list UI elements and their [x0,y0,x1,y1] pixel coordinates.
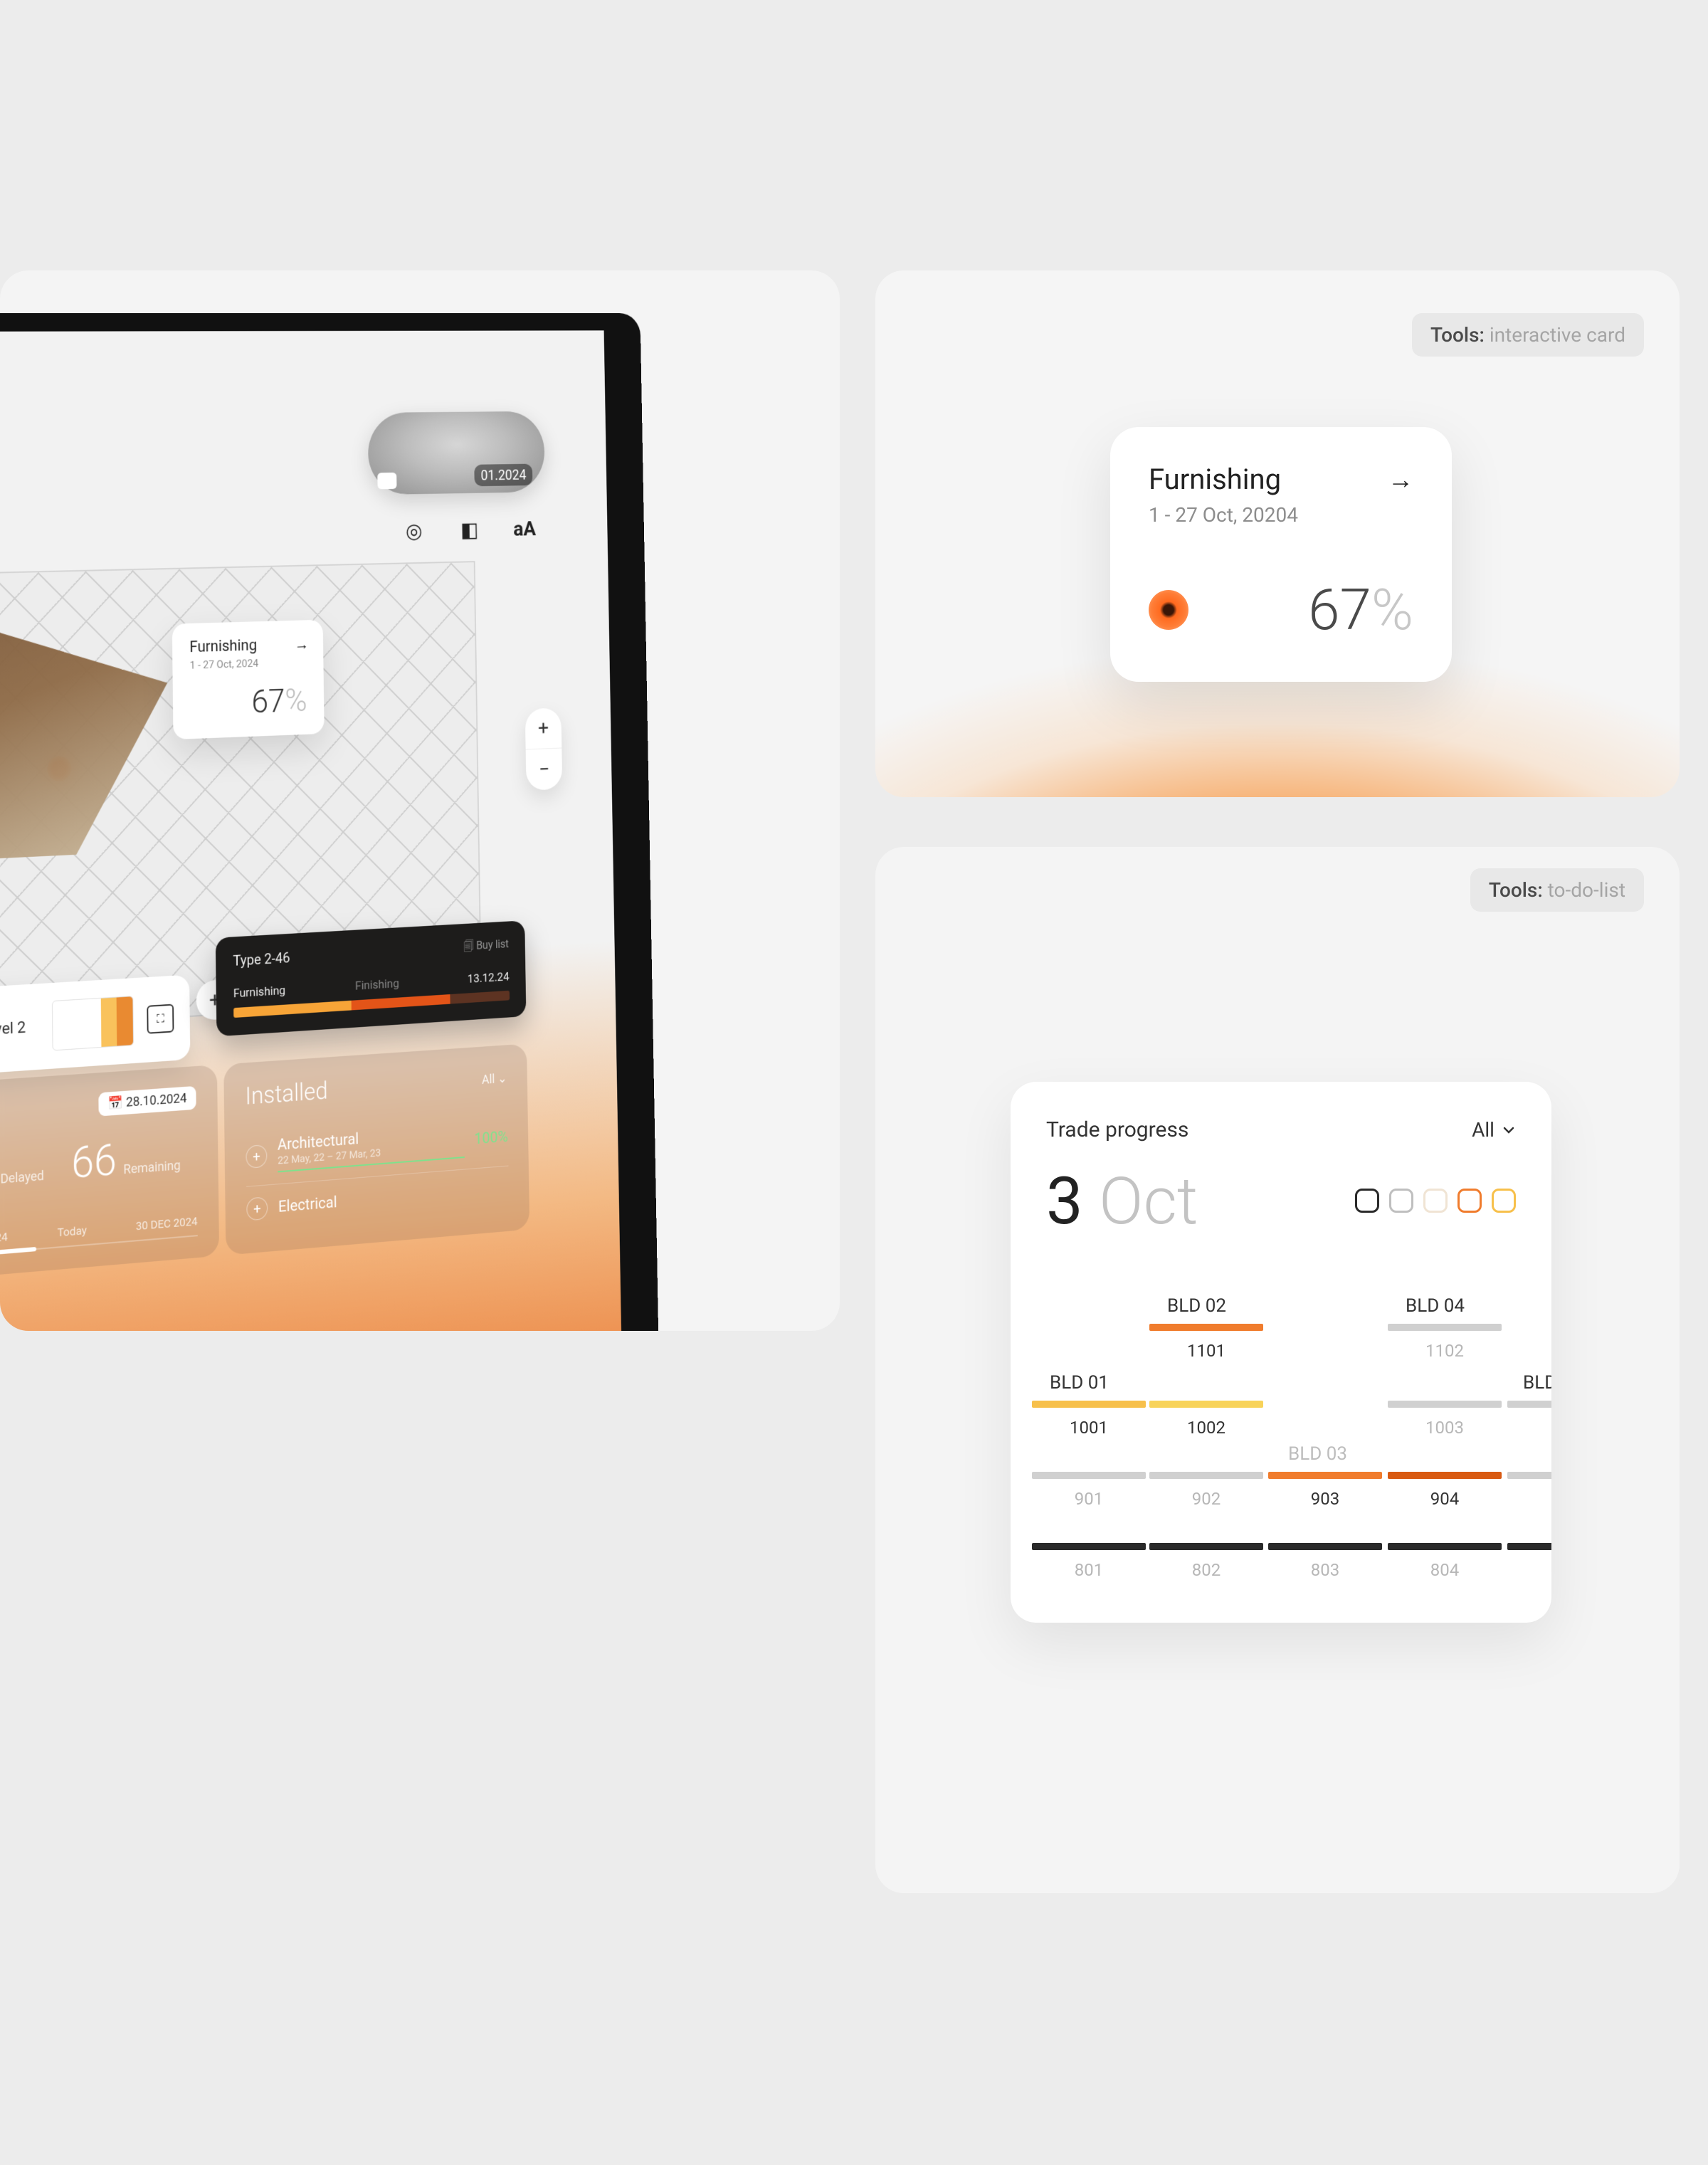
remaining-count: 66 [71,1134,117,1189]
expand-icon[interactable]: + [246,1144,267,1168]
delayed-label: Delayed [0,1169,44,1187]
unit-tile[interactable]: 804 [1388,1543,1502,1580]
stage-date: 13.12.24 [468,970,510,986]
expand-icon[interactable]: + [246,1196,268,1221]
unit-tile[interactable]: 1003 [1388,1401,1502,1438]
unit-tile[interactable]: 903 [1268,1472,1382,1509]
schedule-card: 28.10.2024 60Delayed 66Remaining 14 Oct … [0,1065,219,1281]
unit-tile[interactable]: 10 [1507,1401,1551,1438]
panorama-date-label: 01.2024 [475,464,533,487]
cube-icon[interactable]: ◧ [454,513,485,547]
installed-row-name: Electrical [278,1179,509,1216]
stage-furnishing: Furnishing [233,984,285,1001]
card-subtitle: 1 - 27 Oct, 20204 [1149,503,1413,527]
building-header[interactable]: BLD 04 [1406,1295,1465,1317]
level-label: Level 2 [0,1018,26,1039]
trade-filter[interactable]: All [1472,1118,1516,1142]
unit-tile[interactable]: 1001 [1032,1401,1146,1438]
unit-tile[interactable]: 901 [1032,1472,1146,1509]
legend-swatch [1423,1189,1448,1213]
fullscreen-icon[interactable]: ⛶ [147,1004,174,1034]
popover-percent: 67% [190,682,307,724]
monitor-frame: lan 01.2024 ◎ ◧ aA Furnishing 1 - 27 Oct… [0,313,660,1331]
chevron-down-icon [1502,1123,1516,1137]
remaining-label: Remaining [123,1158,181,1177]
plan-viewer-panel: lan 01.2024 ◎ ◧ aA Furnishing 1 - 27 Oct… [0,270,840,1331]
legend-swatch [1457,1189,1482,1213]
level-thumb[interactable] [52,996,134,1050]
arrow-right-icon[interactable]: → [295,636,309,654]
unit-tile[interactable]: 801 [1032,1543,1146,1580]
unit-type-subtitle[interactable]: 🗐 Buy list [463,937,509,958]
legend-swatch [1355,1189,1379,1213]
furnishing-popover[interactable]: Furnishing 1 - 27 Oct, 2024 → 67% [172,620,325,739]
installed-card: Installed All ⌄ + Architectural 22 May, … [223,1043,529,1255]
hotspot-marker[interactable] [47,756,72,782]
status-dot-icon [1149,590,1188,630]
unit-tile[interactable]: 1002 [1149,1401,1263,1438]
unit-tile[interactable]: 80 [1507,1543,1551,1580]
card-percent: 67% [1308,576,1413,643]
view-tools: ◎ ◧ aA [399,512,540,548]
building-header[interactable]: BLD 01 [1050,1372,1109,1394]
unit-tile[interactable]: 803 [1268,1543,1382,1580]
unit-type-title: Type 2-46 [233,949,290,971]
unit-tile[interactable]: 802 [1149,1543,1263,1580]
arrow-right-icon[interactable]: → [1388,465,1413,495]
zoom-control: + − [525,707,563,791]
target-icon[interactable]: ◎ [399,515,430,548]
section-tag: Tools: to-do-list [1470,868,1644,912]
zoom-out-button[interactable]: − [526,748,563,790]
installed-filter[interactable]: All ⌄ [482,1071,507,1087]
installed-row-pct: 100% [474,1128,508,1148]
schedule-today: Today [58,1223,88,1240]
panorama-thumbnail[interactable]: 01.2024 [368,411,545,495]
section-tag: Tools: interactive card [1412,313,1644,357]
unit-tile[interactable]: 904 [1388,1472,1502,1509]
installed-title: Installed [245,1077,328,1111]
furnishing-card[interactable]: Furnishing → 1 - 27 Oct, 20204 67% [1110,427,1452,682]
trade-progress-card: Trade progress All 3 Oct BLD 02 BLD 04 B… [1011,1082,1551,1623]
screen: lan 01.2024 ◎ ◧ aA Furnishing 1 - 27 Oct… [0,330,623,1331]
building-header[interactable]: BLD [1523,1372,1551,1394]
chat-icon[interactable] [377,473,396,489]
zoom-in-button[interactable]: + [525,707,562,749]
popover-title: Furnishing [189,636,306,656]
legend-swatch [1492,1189,1516,1213]
popover-subtitle: 1 - 27 Oct, 2024 [190,655,307,672]
schedule-start: 14 Oct 2024 [0,1230,8,1248]
monitor-bezel: lan 01.2024 ◎ ◧ aA Furnishing 1 - 27 Oct… [0,313,660,1331]
stage-finishing: Finishing [355,976,399,993]
legend-swatch [1389,1189,1413,1213]
schedule-end: 30 DEC 2024 [136,1214,198,1233]
building-header[interactable]: BLD 03 [1288,1443,1347,1465]
card-title: Furnishing [1149,463,1281,496]
building-header[interactable]: BLD 02 [1167,1295,1226,1317]
unit-tile[interactable]: 90 [1507,1472,1551,1509]
trade-title: Trade progress [1046,1117,1188,1142]
interactive-card-section: Tools: interactive card Furnishing → 1 -… [875,270,1680,797]
unit-tile[interactable]: 1102 [1388,1324,1502,1361]
todo-section: Tools: to-do-list Trade progress All 3 O… [875,847,1680,1893]
legend [1355,1189,1516,1213]
unit-tile[interactable]: 1101 [1149,1324,1263,1361]
unit-tile[interactable]: 902 [1149,1472,1263,1509]
unit-type-card[interactable]: Type 2-46 🗐 Buy list Furnishing Finishin… [216,920,527,1036]
text-size-icon[interactable]: aA [510,512,540,545]
level-selector: 02 Level 2 ⛶ [0,974,190,1077]
date-pill[interactable]: 28.10.2024 [98,1086,196,1117]
